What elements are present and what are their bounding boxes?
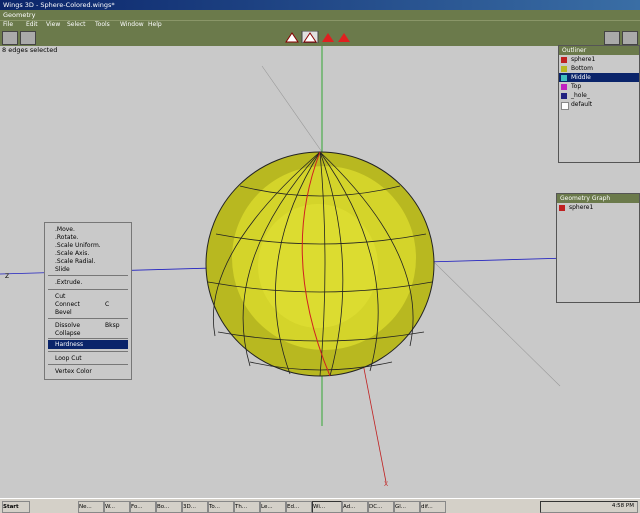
clock: 4:58 PM <box>611 503 634 509</box>
menu-scale-axis[interactable]: .Scale Axis. <box>55 250 89 257</box>
menu-select[interactable]: Select <box>67 21 86 28</box>
render-icon[interactable] <box>604 31 620 45</box>
mode-title: Geometry <box>3 11 36 19</box>
menu-window[interactable]: Window <box>120 21 144 28</box>
menu-help[interactable]: Help <box>148 21 162 28</box>
task-2[interactable]: Fo... <box>130 501 156 513</box>
selection-mode-icons[interactable] <box>284 31 354 43</box>
task-1[interactable]: W... <box>104 501 130 513</box>
menu-separator <box>48 338 128 339</box>
menu-scale-radial[interactable]: .Scale Radial. <box>55 258 95 265</box>
start-button[interactable]: Start <box>2 501 30 513</box>
outliner-item-top[interactable]: Top <box>559 82 639 91</box>
menu-slide[interactable]: Slide <box>55 266 70 273</box>
menu-scale-uniform[interactable]: .Scale Uniform. <box>55 242 101 249</box>
dissolve-shortcut: Bksp <box>105 322 120 329</box>
menu-separator <box>48 275 128 276</box>
task-9[interactable]: Wi... <box>312 501 342 513</box>
menu-cut[interactable]: Cut <box>55 293 65 300</box>
outliner-item-hole[interactable]: _hole_ <box>559 91 639 100</box>
menu-loop-cut[interactable]: Loop Cut <box>55 355 82 362</box>
menu-dissolve[interactable]: Dissolve <box>55 322 80 329</box>
menu-connect[interactable]: Connect <box>55 301 80 308</box>
menu-tools[interactable]: Tools <box>95 21 110 28</box>
app-mode-bar: Geometry <box>0 10 640 20</box>
context-menu: .Move. .Rotate. .Scale Uniform. .Scale A… <box>44 222 132 380</box>
menu-edit[interactable]: Edit <box>26 21 38 28</box>
menu-extrude[interactable]: .Extrude. <box>55 279 82 286</box>
outliner-item-sphere1[interactable]: sphere1 <box>559 55 639 64</box>
task-10[interactable]: Ad... <box>342 501 368 513</box>
menu-view[interactable]: View <box>46 21 60 28</box>
task-11[interactable]: DC... <box>368 501 394 513</box>
outliner-item-default[interactable]: default <box>559 100 639 110</box>
sphere-mesh[interactable] <box>205 151 435 377</box>
task-8[interactable]: Ed... <box>286 501 312 513</box>
menu-hardness[interactable]: Hardness <box>55 341 83 348</box>
menu-move[interactable]: .Move. <box>55 226 75 233</box>
menu-separator <box>48 364 128 365</box>
ortho-icon[interactable] <box>20 31 36 45</box>
menu-separator <box>48 289 128 290</box>
outliner-panel: Outliner sphere1 Bottom Middle Top _hole… <box>558 45 640 163</box>
menu-separator <box>48 351 128 352</box>
geograph-item-sphere1[interactable]: sphere1 <box>557 203 639 212</box>
window-title: Wings 3D - Sphere-Colored.wings* <box>3 1 115 9</box>
smooth-preview-icon[interactable] <box>622 31 638 45</box>
task-3[interactable]: Bo... <box>156 501 182 513</box>
axis-label-x: X <box>384 481 388 488</box>
task-6[interactable]: Th... <box>234 501 260 513</box>
menu-vertex-color[interactable]: Vertex Color <box>55 368 92 375</box>
menu-rotate[interactable]: .Rotate. <box>55 234 78 241</box>
perspective-icon[interactable] <box>2 31 18 45</box>
geograph-title: Geometry Graph <box>557 194 639 203</box>
task-5[interactable]: To... <box>208 501 234 513</box>
menu-bevel[interactable]: Bevel <box>55 309 72 316</box>
connect-shortcut: C <box>105 301 110 308</box>
outliner-title: Outliner <box>559 46 639 55</box>
axis-label-z: Z <box>5 273 9 280</box>
task-13[interactable]: dif... <box>420 501 446 513</box>
system-tray: 4:58 PM <box>540 501 638 513</box>
outliner-item-middle[interactable]: Middle <box>559 73 639 82</box>
task-7[interactable]: Le... <box>260 501 286 513</box>
task-12[interactable]: Gl... <box>394 501 420 513</box>
task-4[interactable]: 3D... <box>182 501 208 513</box>
menu-collapse[interactable]: Collapse <box>55 330 81 337</box>
task-0[interactable]: Ne... <box>78 501 104 513</box>
menu-separator <box>48 318 128 319</box>
taskbar: Start Ne... W... Fo... Bo... 3D... To...… <box>0 498 640 513</box>
menu-file[interactable]: File <box>3 21 13 28</box>
toolbar <box>0 29 640 46</box>
geometry-graph-panel: Geometry Graph sphere1 <box>556 193 640 303</box>
window-title-bar: Wings 3D - Sphere-Colored.wings* <box>0 0 640 10</box>
outliner-item-bottom[interactable]: Bottom <box>559 64 639 73</box>
